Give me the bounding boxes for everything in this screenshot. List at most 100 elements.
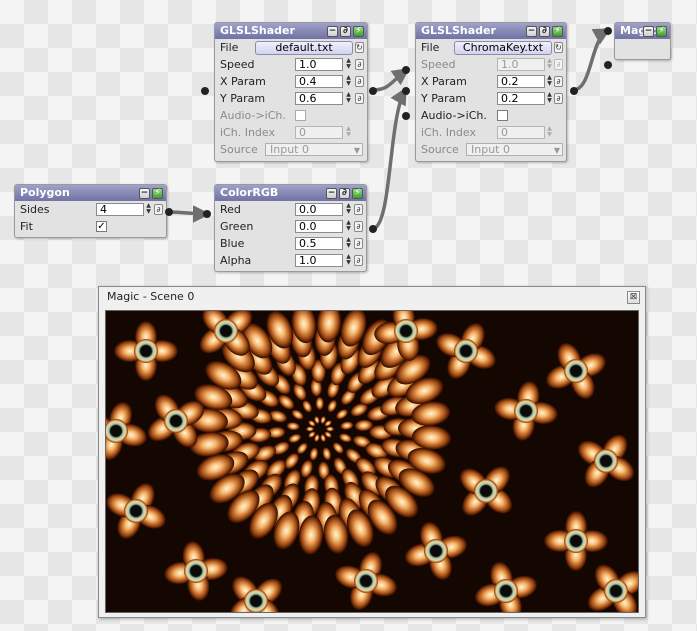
link-icon[interactable]: ∂: [554, 76, 563, 87]
link-icon[interactable]: ∂: [554, 59, 563, 70]
minimize-icon[interactable]: −: [643, 26, 654, 37]
reload-icon[interactable]: ↻: [355, 42, 364, 53]
fractal-shape: [394, 319, 418, 343]
red-input[interactable]: 0.0: [295, 203, 343, 216]
speed-spinner[interactable]: ▲ ▼: [344, 58, 353, 71]
spin-down-icon[interactable]: ▼: [344, 209, 353, 215]
close-icon[interactable]: ⊠: [627, 291, 640, 304]
blue-input[interactable]: 0.5: [295, 237, 343, 250]
green-input[interactable]: 0.0: [295, 220, 343, 233]
link-icon[interactable]: ∂: [154, 204, 163, 215]
spin-down-icon[interactable]: ▼: [545, 64, 554, 70]
link-icon[interactable]: ∂: [354, 221, 363, 232]
file-label: File: [220, 41, 239, 54]
polygon-output-port[interactable]: [165, 208, 173, 216]
alpha-input[interactable]: 1.0: [295, 254, 343, 267]
file-select-button[interactable]: default.txt: [255, 41, 353, 55]
alpha-spinner[interactable]: ▲ ▼: [344, 254, 353, 267]
blue-spinner[interactable]: ▲ ▼: [344, 237, 353, 250]
spin-down-icon[interactable]: ▼: [545, 98, 554, 104]
green-spinner[interactable]: ▲ ▼: [344, 220, 353, 233]
xparam-label: X Param: [220, 75, 266, 88]
link-icon[interactable]: ∂: [539, 26, 550, 37]
link-icon[interactable]: ∂: [339, 188, 350, 199]
glslshader-node-1[interactable]: GLSLShader − ∂ ⚡ File default.txt ↻ Spee…: [214, 22, 368, 162]
link-icon[interactable]: ∂: [354, 255, 363, 266]
source-select[interactable]: Input 0 ▼: [466, 143, 563, 156]
source-select[interactable]: Input 0 ▼: [265, 143, 363, 156]
link-icon[interactable]: ∂: [354, 204, 363, 215]
xparam-input[interactable]: 0.4: [295, 75, 343, 88]
colorrgb-output-port[interactable]: [369, 225, 377, 233]
spin-down-icon[interactable]: ▼: [344, 132, 353, 138]
yparam-spinner[interactable]: ▲ ▼: [344, 92, 353, 105]
spin-down-icon[interactable]: ▼: [545, 81, 554, 87]
speed-input[interactable]: 1.0: [295, 58, 343, 71]
fractal-shape: [184, 559, 208, 583]
yparam-input[interactable]: 0.2: [497, 92, 545, 105]
minimize-icon[interactable]: −: [326, 188, 337, 199]
audio-checkbox[interactable]: [497, 110, 508, 121]
speed-spinner[interactable]: ▲ ▼: [545, 58, 554, 71]
fit-checkbox[interactable]: ✓: [96, 221, 107, 232]
ich-index-input[interactable]: 0: [497, 126, 545, 139]
power-icon[interactable]: ⚡: [552, 26, 563, 37]
shader2-input-port-speed[interactable]: [402, 66, 410, 74]
power-icon[interactable]: ⚡: [352, 188, 363, 199]
speed-input[interactable]: 1.0: [497, 58, 545, 71]
link-icon[interactable]: ∂: [355, 76, 364, 87]
ich-index-spinner[interactable]: ▲ ▼: [344, 126, 353, 139]
reload-icon[interactable]: ↻: [554, 42, 563, 53]
spin-down-icon[interactable]: ▼: [344, 98, 353, 104]
power-icon[interactable]: ⚡: [656, 26, 667, 37]
shader2-output-port[interactable]: [570, 87, 578, 95]
xparam-spinner[interactable]: ▲ ▼: [545, 75, 554, 88]
sides-input[interactable]: 4: [96, 203, 144, 216]
link-icon[interactable]: ∂: [355, 93, 364, 104]
polygon-node[interactable]: Polygon − ⚡ Sides 4 ▲ ▼ ∂ Fit ✓: [14, 184, 167, 238]
audio-checkbox[interactable]: [295, 110, 306, 121]
sides-spinner[interactable]: ▲ ▼: [144, 203, 153, 216]
yparam-input[interactable]: 0.6: [295, 92, 343, 105]
shader1-output-port[interactable]: [369, 87, 377, 95]
magic-node[interactable]: Magic − ⚡: [614, 22, 671, 60]
spin-down-icon[interactable]: ▼: [344, 260, 353, 266]
file-row: File default.txt ↻: [215, 39, 367, 56]
link-icon[interactable]: ∂: [340, 26, 351, 37]
spin-down-icon[interactable]: ▼: [344, 226, 353, 232]
speed-label: Speed: [421, 58, 456, 71]
power-icon[interactable]: ⚡: [353, 26, 364, 37]
power-icon[interactable]: ⚡: [152, 188, 163, 199]
colorrgb-input-port[interactable]: [203, 210, 211, 218]
spin-down-icon[interactable]: ▼: [344, 64, 353, 70]
file-select-button[interactable]: ChromaKey.txt: [454, 41, 552, 55]
minimize-icon[interactable]: −: [526, 26, 537, 37]
green-label: Green: [220, 220, 254, 233]
shader2-input-port-audio[interactable]: [402, 112, 410, 120]
yparam-spinner[interactable]: ▲ ▼: [545, 92, 554, 105]
shader1-input-port[interactable]: [201, 87, 209, 95]
minimize-icon[interactable]: −: [327, 26, 338, 37]
colorrgb-node[interactable]: ColorRGB − ∂ ⚡ Red 0.0 ▲ ▼ ∂ Green 0.0 ▲ ▼…: [214, 184, 367, 272]
spin-down-icon[interactable]: ▼: [545, 132, 554, 138]
red-spinner[interactable]: ▲ ▼: [344, 203, 353, 216]
magic-input-port-1[interactable]: [604, 27, 612, 35]
ich-index-spinner[interactable]: ▲ ▼: [545, 126, 554, 139]
ich-index-input[interactable]: 0: [295, 126, 343, 139]
xparam-input[interactable]: 0.2: [497, 75, 545, 88]
minimize-icon[interactable]: −: [139, 188, 150, 199]
fractal-pattern-image: [106, 311, 638, 612]
glslshader-node-2[interactable]: GLSLShader − ∂ ⚡ File ChromaKey.txt ↻ Sp…: [415, 22, 567, 162]
link-icon[interactable]: ∂: [354, 238, 363, 249]
xparam-spinner[interactable]: ▲ ▼: [344, 75, 353, 88]
link-icon[interactable]: ∂: [554, 93, 563, 104]
scene-window[interactable]: Magic - Scene 0 ⊠: [98, 286, 646, 618]
magic-input-port-2[interactable]: [604, 61, 612, 69]
shader2-input-port-xparam[interactable]: [402, 87, 410, 95]
shader-render-view: [105, 310, 639, 613]
spin-down-icon[interactable]: ▼: [344, 243, 353, 249]
spin-down-icon[interactable]: ▼: [344, 81, 353, 87]
link-icon[interactable]: ∂: [355, 59, 364, 70]
spin-down-icon[interactable]: ▼: [144, 209, 153, 215]
wire-shader2-to-magic: [572, 28, 612, 92]
